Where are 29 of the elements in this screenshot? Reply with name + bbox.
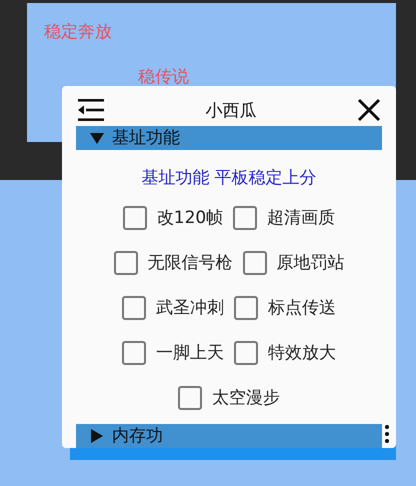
checkbox-option[interactable]: 改120帧 [122,206,224,230]
close-icon[interactable] [356,97,382,123]
checkbox-option[interactable]: 武圣冲刺 [122,296,224,320]
checkbox-option[interactable]: 标点传送 [234,296,336,320]
overlay-label: 稳定奔放 [44,22,112,42]
checkbox[interactable] [122,206,147,230]
checkbox[interactable] [234,340,258,364]
checkbox-option[interactable]: 超清画质 [233,206,336,230]
section-header[interactable]: 基址功能 [76,126,382,150]
checkbox-option[interactable]: 一脚上天 [122,340,224,364]
overlay-label: 稳传说 [138,67,189,87]
checkbox[interactable] [114,250,138,274]
triangle-right-icon [90,429,104,443]
dialog-title: 小西瓜 [206,100,256,122]
checkbox-option[interactable]: 太空漫步 [178,386,280,410]
more-icon[interactable] [384,424,390,444]
checkbox[interactable] [242,250,266,274]
checkbox-option[interactable]: 特效放大 [234,340,336,364]
checkbox-option[interactable]: 原地罚站 [242,250,344,274]
checkbox[interactable] [122,296,146,320]
section-header[interactable]: 内存功 [76,424,382,448]
menu-icon[interactable] [76,98,106,122]
triangle-down-icon [90,131,104,145]
section-subtitle: 基址功能 平板稳定上分 [141,168,317,188]
checkbox[interactable] [178,386,202,410]
checkbox[interactable] [122,340,146,364]
checkbox[interactable] [234,296,258,320]
checkbox[interactable] [233,206,258,230]
checkbox-option[interactable]: 无限信号枪 [114,250,232,274]
